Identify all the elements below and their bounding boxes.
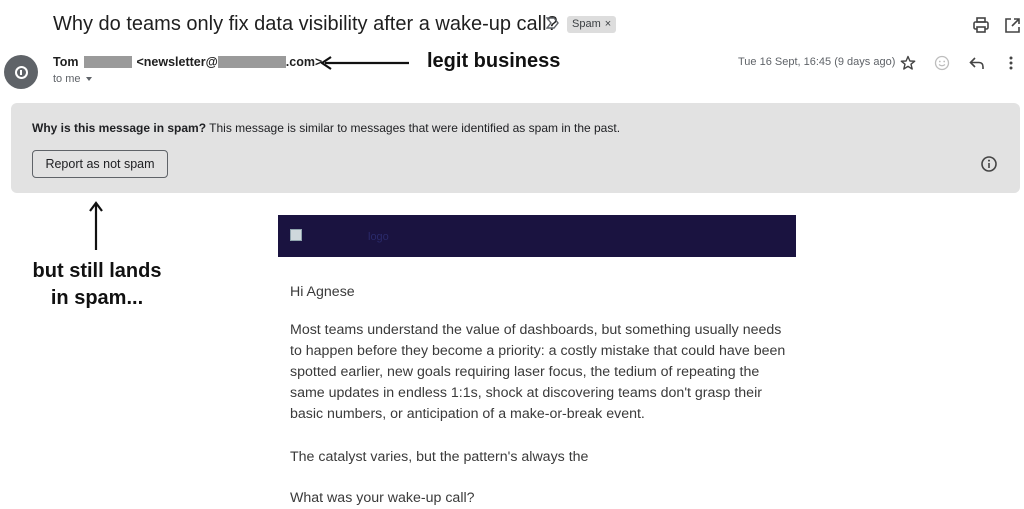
spam-label-chip[interactable]: Spam × bbox=[567, 16, 617, 33]
remove-label-button[interactable]: × bbox=[605, 18, 611, 30]
open-in-new-window-icon[interactable] bbox=[1001, 14, 1023, 36]
body-paragraph: The catalyst varies, but the pattern's a… bbox=[290, 449, 589, 465]
email-subject: Why do teams only fix data visibility af… bbox=[53, 13, 558, 35]
sender-line: Tom <newsletter@ .com> bbox=[53, 55, 322, 69]
sender-email-prefix: <newsletter@ bbox=[136, 55, 218, 69]
spam-reason-heading: Why is this message in spam? bbox=[32, 121, 207, 135]
spam-reason-explanation: This message is similar to messages that… bbox=[206, 121, 621, 135]
greeting: Hi Agnese bbox=[290, 284, 355, 300]
avatar bbox=[4, 55, 38, 89]
arrow-up-icon bbox=[88, 201, 104, 256]
avatar-alert-icon bbox=[14, 65, 28, 79]
sender-name: Tom bbox=[53, 55, 79, 69]
star-icon[interactable] bbox=[897, 52, 919, 74]
recipient-details-toggle[interactable]: to me bbox=[53, 73, 92, 85]
recipient-label: to me bbox=[53, 73, 81, 85]
annotation-line-2: in spam... bbox=[50, 287, 144, 309]
body-paragraph: What was your wake-up call? bbox=[290, 490, 475, 506]
email-date: Tue 16 Sept, 16:45 (9 days ago) bbox=[738, 56, 896, 68]
logo-alt-text: logo bbox=[368, 231, 389, 243]
sender-email-suffix: .com> bbox=[285, 55, 323, 69]
annotation-still-in-spam: but still lands in spam... bbox=[22, 258, 172, 312]
body-paragraph: Most teams understand the value of dashb… bbox=[290, 322, 786, 422]
emoji-reaction-icon[interactable] bbox=[931, 52, 953, 74]
newsletter-header-bar bbox=[278, 215, 796, 257]
annotation-line-1: but still lands bbox=[32, 260, 162, 282]
spam-label-text: Spam bbox=[572, 18, 601, 30]
redacted-domain bbox=[217, 56, 286, 68]
arrow-left-icon bbox=[320, 56, 411, 75]
print-icon[interactable] bbox=[970, 14, 992, 36]
importance-marker-icon[interactable] bbox=[545, 17, 560, 32]
info-icon[interactable] bbox=[980, 155, 998, 178]
spam-warning-banner bbox=[11, 103, 1020, 193]
redacted-surname bbox=[84, 56, 133, 68]
spam-reason: Why is this message in spam? This messag… bbox=[32, 121, 620, 135]
reply-icon[interactable] bbox=[966, 52, 988, 74]
more-vert-icon[interactable] bbox=[1000, 52, 1022, 74]
chevron-down-icon bbox=[85, 77, 92, 81]
report-not-spam-button[interactable]: Report as not spam bbox=[32, 150, 168, 178]
broken-image-icon bbox=[290, 229, 302, 241]
annotation-legit-business: legit business bbox=[427, 50, 561, 72]
